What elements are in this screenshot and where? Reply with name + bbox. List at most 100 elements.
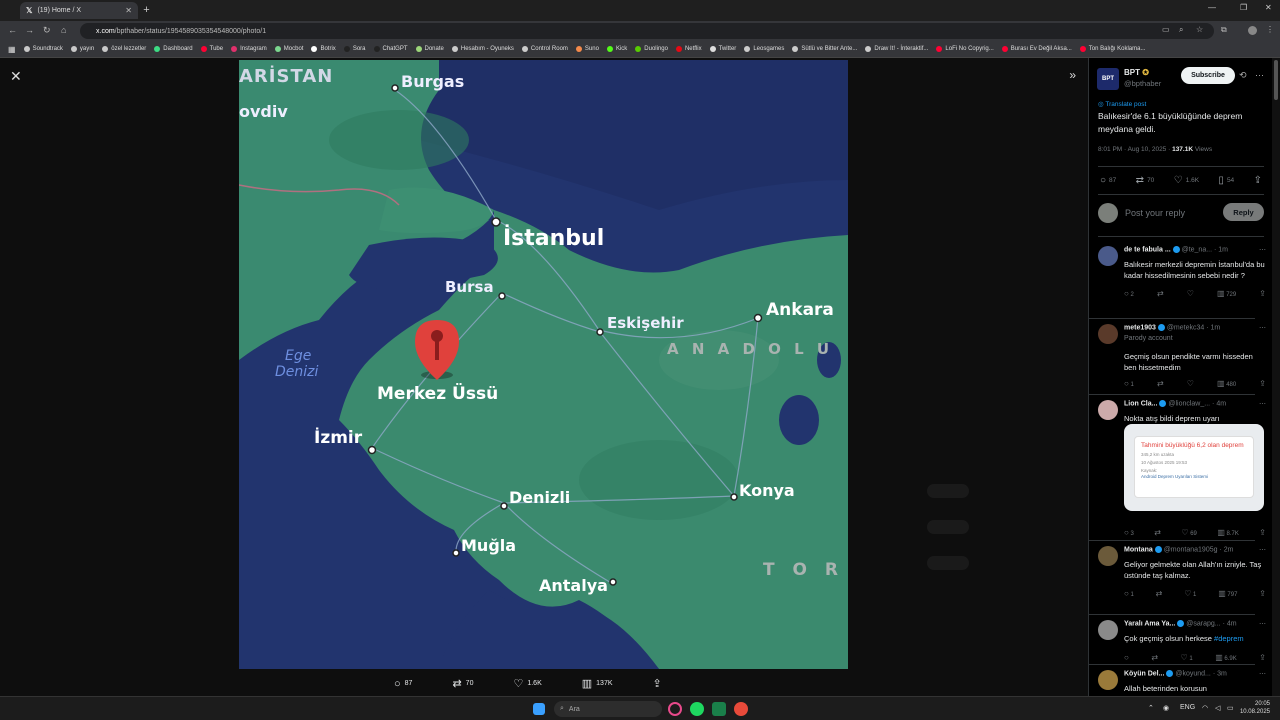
- reply-stat[interactable]: ○ 87: [1100, 175, 1116, 186]
- reply-image-card[interactable]: Tahmini büyüklüğü 6,2 olan deprem 345,2 k…: [1124, 424, 1264, 511]
- reply-author-name[interactable]: Lion Cla...: [1124, 400, 1157, 407]
- more-options-icon[interactable]: ⋯: [1259, 670, 1266, 677]
- reply-item[interactable]: de te fabula ... @te_na... · 1m ⋯ Balıkesi…: [1098, 246, 1266, 316]
- views-action[interactable]: ▥ 6.9K: [1215, 653, 1237, 662]
- app-icon[interactable]: [712, 702, 726, 716]
- more-options-icon[interactable]: ⋯: [1259, 400, 1266, 407]
- more-options-icon[interactable]: ⋯: [1259, 246, 1266, 253]
- reply-author-name[interactable]: Yaralı Ama Ya...: [1124, 620, 1175, 627]
- bookmark-item[interactable]: Mocbot: [274, 46, 303, 52]
- bookmark-item[interactable]: Netflix: [675, 46, 702, 52]
- share-action[interactable]: ⇪: [1259, 528, 1266, 537]
- expand-panel-icon[interactable]: »: [1069, 68, 1076, 82]
- share-action[interactable]: ⇪: [1259, 589, 1266, 598]
- more-options-icon[interactable]: ⋯: [1259, 546, 1266, 553]
- window-close-icon[interactable]: ✕: [1265, 3, 1272, 12]
- post-time[interactable]: 8:01 PM · Aug 10, 2025 ·: [1098, 146, 1172, 153]
- share-action[interactable]: ⇪: [1259, 379, 1266, 388]
- hashtag-link[interactable]: #deprem: [1214, 634, 1244, 643]
- bookmark-item[interactable]: Soundtrack: [23, 46, 63, 52]
- reply-handle[interactable]: @koyund... · 3m: [1175, 670, 1226, 677]
- reply-handle[interactable]: @sarapg... · 4m: [1186, 620, 1236, 627]
- reply-action[interactable]: ○: [1124, 653, 1129, 662]
- back-icon[interactable]: ←: [8, 25, 17, 35]
- extensions-icon[interactable]: ⧉: [1221, 25, 1227, 35]
- taskbar-search[interactable]: ⌕ Ara: [554, 701, 662, 717]
- bookmark-item[interactable]: Sora: [343, 46, 366, 52]
- reply-action[interactable]: ○ 1: [1124, 589, 1134, 598]
- reply-author-name[interactable]: Montana: [1124, 546, 1153, 553]
- reply-button[interactable]: Reply: [1223, 203, 1264, 221]
- repost-action[interactable]: ⇄: [1151, 653, 1158, 662]
- avatar[interactable]: [1098, 670, 1118, 690]
- more-options-icon[interactable]: ⋯: [1259, 620, 1266, 627]
- bookmark-item[interactable]: Instagram: [231, 46, 267, 52]
- like-action[interactable]: ♡ 1: [1181, 653, 1193, 662]
- reply-handle[interactable]: @lionclaw_... · 4m: [1168, 400, 1226, 407]
- maximize-icon[interactable]: ❐: [1240, 3, 1247, 12]
- avatar[interactable]: [1098, 246, 1118, 266]
- bookmark-item[interactable]: özel lezzetler: [102, 46, 146, 52]
- bookmark-stat[interactable]: ▯ 54: [1218, 175, 1234, 186]
- bookmark-item[interactable]: Donate: [415, 46, 444, 52]
- like-action[interactable]: ♡ 69: [1181, 528, 1197, 537]
- bookmark-item[interactable]: ChatGPT: [373, 46, 408, 52]
- zoom-icon[interactable]: ⌕: [1179, 25, 1183, 35]
- repost-action[interactable]: ⇄: [1157, 379, 1164, 388]
- mic-icon[interactable]: ◉: [1163, 704, 1169, 712]
- views-action[interactable]: ▥ 8.7K: [1217, 528, 1239, 537]
- scrollbar-thumb[interactable]: [1274, 60, 1278, 100]
- earthquake-map-image[interactable]: ARİSTAN Burgas ovdiv İstanbul Bursa Eski…: [239, 60, 848, 669]
- reply-action[interactable]: ○ 3: [1124, 528, 1134, 537]
- clock[interactable]: 20:05 10.08.2025: [1240, 700, 1270, 716]
- share-stat[interactable]: ⇪: [1254, 175, 1262, 186]
- tab-close-icon[interactable]: ✕: [125, 6, 132, 15]
- battery-icon[interactable]: ▭: [1227, 704, 1234, 712]
- like-action[interactable]: ♡: [1187, 379, 1194, 388]
- bookmark-item[interactable]: Tube: [200, 46, 223, 52]
- bookmark-item[interactable]: Leosgames: [744, 46, 784, 52]
- bookmark-item[interactable]: Suno: [575, 46, 599, 52]
- media-views-button[interactable]: ▥ 137K: [582, 677, 613, 690]
- avatar[interactable]: [1098, 546, 1118, 566]
- scrollbar[interactable]: [1272, 58, 1280, 696]
- views-action[interactable]: ▥ 480: [1217, 379, 1236, 388]
- bookmark-item[interactable]: Draw It! - İnteraktif...: [865, 46, 928, 52]
- minimize-icon[interactable]: —: [1208, 3, 1216, 12]
- views-action[interactable]: ▥ 729: [1217, 289, 1236, 298]
- new-tab-button[interactable]: +: [140, 4, 153, 17]
- avatar[interactable]: [1098, 620, 1118, 640]
- reply-handle[interactable]: @te_na... · 1m: [1182, 246, 1228, 253]
- star-icon[interactable]: ☆: [1196, 25, 1203, 34]
- bookmark-item[interactable]: Control Room: [521, 46, 568, 52]
- author-name-row[interactable]: BPT ✪: [1124, 68, 1149, 77]
- subscribe-button[interactable]: Subscribe: [1181, 67, 1235, 84]
- reply-handle[interactable]: @metekc34 · 1m: [1167, 324, 1220, 331]
- reply-author-name[interactable]: Köyün Del...: [1124, 670, 1164, 677]
- share-action[interactable]: ⇪: [1259, 289, 1266, 298]
- bookmark-item[interactable]: Twitter: [709, 46, 736, 52]
- bookmark-item[interactable]: Duolingo: [635, 46, 668, 52]
- bookmark-item[interactable]: Sütlü ve Bitter Ante...: [792, 46, 857, 52]
- bookmark-item[interactable]: Burası Ev Değil Aksa...: [1001, 46, 1072, 52]
- like-stat[interactable]: ♡ 1.6K: [1174, 175, 1199, 186]
- spotify-icon[interactable]: [690, 702, 704, 716]
- reply-author-name[interactable]: mete1903: [1124, 324, 1156, 331]
- cast-icon[interactable]: ▭: [1162, 25, 1170, 34]
- reply-item[interactable]: mete1903 @metekc34 · 1m ⋯ Parody account Ge…: [1098, 324, 1266, 394]
- home-icon[interactable]: ⌂: [61, 25, 66, 35]
- my-avatar[interactable]: [1098, 203, 1118, 223]
- profile-avatar[interactable]: [1248, 26, 1257, 35]
- reply-handle[interactable]: @montana1905g · 2m: [1164, 546, 1234, 553]
- more-options-icon[interactable]: ⋯: [1255, 70, 1264, 81]
- avatar[interactable]: [1098, 324, 1118, 344]
- grok-icon[interactable]: ⟲: [1239, 70, 1247, 81]
- reply-author-name[interactable]: de te fabula ...: [1124, 246, 1171, 253]
- opera-icon[interactable]: [668, 702, 682, 716]
- chrome-icon[interactable]: [734, 702, 748, 716]
- bookmark-item[interactable]: yayın: [70, 46, 94, 52]
- browser-tab[interactable]: 𝕏 (19) Home / X ✕: [20, 2, 138, 19]
- media-like-button[interactable]: ♡ 1.6K: [513, 677, 541, 690]
- tray-up-icon[interactable]: ⌃: [1148, 704, 1154, 712]
- reply-item[interactable]: Köyün Del... @koyund... · 3m ⋯ Allah beter…: [1098, 670, 1266, 696]
